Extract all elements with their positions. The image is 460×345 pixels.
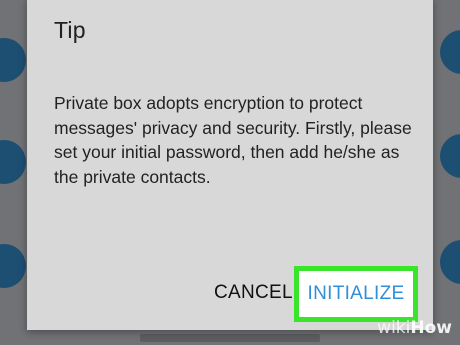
dialog-title: Tip — [54, 17, 86, 43]
background-avatar — [440, 30, 460, 74]
dialog-message: Private box adopts encryption to protect… — [54, 93, 412, 187]
tip-dialog: Tip Private box adopts encryption to pro… — [27, 0, 433, 330]
background-avatar — [0, 140, 26, 184]
initialize-button[interactable]: INITIALIZE — [299, 271, 413, 317]
cancel-button[interactable]: CANCEL — [214, 282, 293, 304]
watermark-suffix: How — [410, 318, 452, 338]
screen: Tip Private box adopts encryption to pro… — [0, 0, 460, 345]
background-avatar — [440, 134, 460, 178]
background-avatar — [440, 240, 460, 284]
wikihow-watermark: wikiHow — [377, 318, 452, 338]
watermark-prefix: wiki — [377, 318, 411, 338]
background-avatar — [0, 244, 26, 288]
dialog-actions: CANCEL INITIALIZE — [27, 266, 433, 322]
background-avatar — [0, 38, 26, 82]
initialize-highlight-box: INITIALIZE — [294, 266, 418, 322]
background-list-text — [140, 334, 320, 342]
